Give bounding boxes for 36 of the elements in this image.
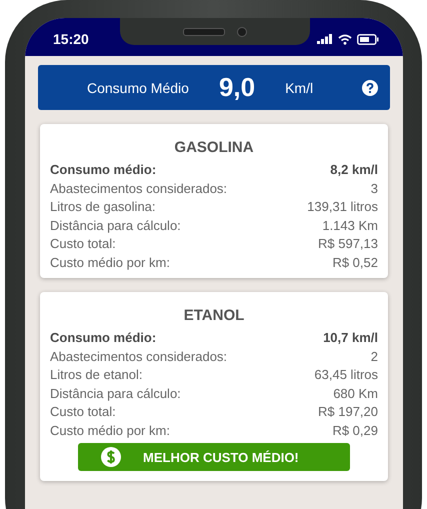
row-value: 8,2 km/l <box>330 161 378 179</box>
signal-icon <box>317 34 333 44</box>
row-label: Abastecimentos considerados: <box>50 180 228 198</box>
row-value: 139,31 litros <box>307 198 378 216</box>
row-value: 1.143 Km <box>322 216 378 234</box>
row-label: Custo médio por km: <box>50 422 170 440</box>
row-label: Litros de etanol: <box>50 366 143 384</box>
row-label: Consumo médio: <box>50 161 156 179</box>
row-value: 2 <box>370 348 378 366</box>
row-label: Abastecimentos considerados: <box>50 348 228 366</box>
row-value: R$ 197,20 <box>318 403 378 421</box>
battery-icon <box>357 34 379 44</box>
status-time: 15:20 <box>53 31 89 47</box>
help-icon[interactable] <box>362 80 378 96</box>
row-label: Custo total: <box>50 403 116 421</box>
row-value: 10,7 km/l <box>323 329 378 347</box>
wifi-icon <box>338 34 352 44</box>
dollar-icon <box>101 447 121 467</box>
row-label: Distância para cálculo: <box>50 384 181 403</box>
row-label: Distância para cálculo: <box>50 216 181 235</box>
row-label: Custo médio por km: <box>50 254 170 272</box>
row-value: R$ 597,13 <box>318 235 378 253</box>
row-value: 3 <box>370 180 378 198</box>
badge-label: MELHOR CUSTO MÉDIO! <box>143 450 299 464</box>
summary-unit: Km/l <box>285 80 314 96</box>
summary-value: 9,0 <box>218 72 256 103</box>
summary-label: Consumo Médio <box>87 80 189 96</box>
row-value: 680 Km <box>333 384 378 402</box>
row-label: Consumo médio: <box>50 329 156 347</box>
row-label: Litros de gasolina: <box>50 198 156 216</box>
card-title: ETANOL <box>182 307 246 324</box>
row-value: R$ 0,52 <box>332 254 378 272</box>
row-value: R$ 0,29 <box>332 422 378 440</box>
row-value: 63,45 litros <box>314 366 378 384</box>
card-title: GASOLINA <box>173 139 255 156</box>
row-label: Custo total: <box>50 235 116 253</box>
